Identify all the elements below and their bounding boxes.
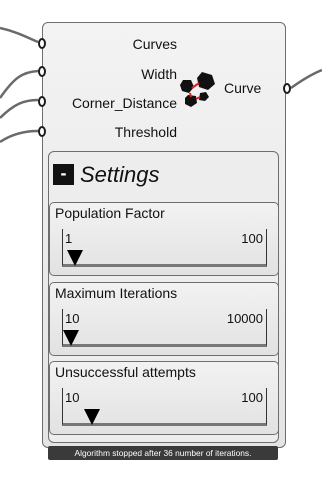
slider-min-value: 10 xyxy=(65,311,80,326)
wire-curves xyxy=(0,26,39,44)
slider-max-value: 100 xyxy=(241,390,263,405)
input-label-width: Width xyxy=(141,66,177,82)
slider-group-unsuccessful-attempts: Unsuccessful attempts 10 100 xyxy=(49,361,279,435)
input-port-corner-distance[interactable] xyxy=(38,96,46,107)
slider-group-maximum-iterations: Maximum Iterations 10 10000 xyxy=(49,282,279,356)
collapse-settings-button[interactable]: - xyxy=(53,164,74,185)
slider-thumb[interactable] xyxy=(83,409,100,425)
slider-thumb[interactable] xyxy=(66,250,83,266)
slider-group-population-factor: Population Factor 1 100 xyxy=(49,202,279,276)
polygon-nodes-icon xyxy=(180,72,215,107)
input-label-curves: Curves xyxy=(132,36,177,52)
wire-output-curve xyxy=(290,68,322,90)
settings-panel: - Settings Population Factor 1 100 Maxim… xyxy=(48,151,279,443)
maximum-iterations-slider[interactable]: 10 10000 xyxy=(62,309,267,347)
slider-label-population-factor: Population Factor xyxy=(55,205,165,221)
input-port-threshold[interactable] xyxy=(38,126,46,137)
slider-min-value: 1 xyxy=(65,231,73,246)
input-port-curves[interactable] xyxy=(38,38,46,49)
input-label-threshold: Threshold xyxy=(114,124,177,140)
wire-width xyxy=(0,69,39,99)
slider-min-value: 10 xyxy=(65,390,80,405)
settings-title: Settings xyxy=(80,162,160,187)
slider-max-value: 10000 xyxy=(226,311,263,326)
slider-label-unsuccessful-attempts: Unsuccessful attempts xyxy=(55,364,196,380)
unsuccessful-attempts-slider[interactable]: 10 100 xyxy=(62,388,267,426)
wire-corner-distance xyxy=(0,98,39,119)
slider-label-maximum-iterations: Maximum Iterations xyxy=(55,285,178,301)
population-factor-slider[interactable]: 1 100 xyxy=(62,229,267,267)
input-port-width[interactable] xyxy=(38,66,46,77)
optimizer-component[interactable]: Curves Width Corner_Distance Threshold C… xyxy=(38,22,291,448)
slider-thumb[interactable] xyxy=(63,330,79,346)
output-port-curve[interactable] xyxy=(283,83,291,94)
output-label-curve: Curve xyxy=(224,80,262,96)
slider-max-value: 100 xyxy=(241,231,263,246)
wire-threshold xyxy=(0,129,39,144)
status-message: Algorithm stopped after 36 number of ite… xyxy=(48,446,278,460)
input-label-corner-distance: Corner_Distance xyxy=(71,95,177,111)
